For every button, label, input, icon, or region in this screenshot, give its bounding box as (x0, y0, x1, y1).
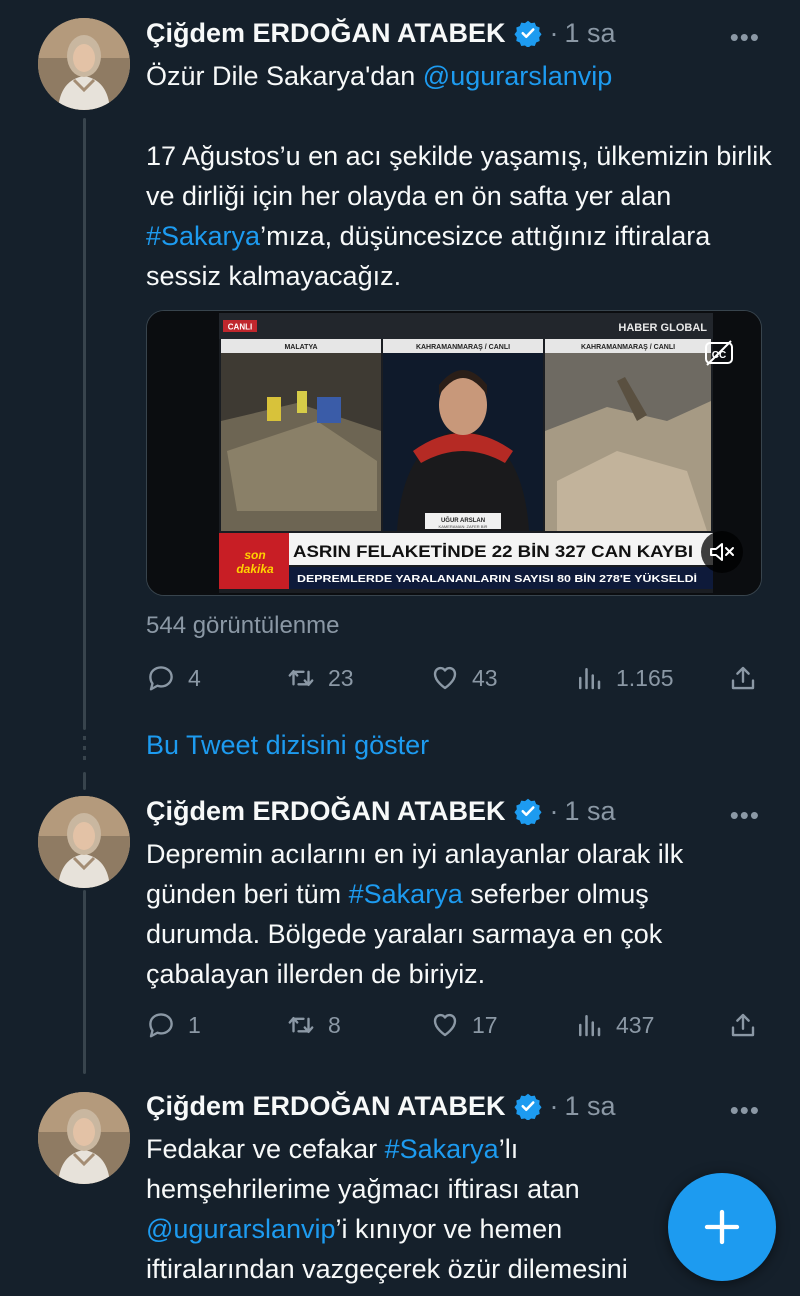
avatar[interactable] (38, 1092, 130, 1184)
reply-count: 4 (188, 664, 201, 691)
reply-icon (149, 1013, 173, 1038)
like-count: 43 (472, 664, 498, 691)
author-name[interactable]: Çiğdem ERDOĞAN ATABEK (146, 796, 506, 827)
panel-label: KAHRAMANMARAŞ / CANLI (416, 344, 510, 351)
tweet-header: Çiğdem ERDOĞAN ATABEK · 1 sa (146, 791, 616, 831)
retweet-icon (288, 1016, 314, 1034)
compose-tweet-button[interactable] (668, 1173, 776, 1281)
hashtag-link[interactable]: #Sakarya (349, 879, 463, 909)
verified-badge-icon (513, 798, 542, 825)
more-options-icon[interactable]: ••• (730, 22, 760, 53)
like-count: 17 (472, 1011, 498, 1038)
live-badge: CANLI (228, 323, 252, 332)
text-segment: Özür Dile Sakarya'dan (146, 61, 423, 91)
like-button[interactable]: 17 (430, 1010, 498, 1040)
timestamp[interactable]: 1 sa (565, 796, 616, 827)
heart-icon (433, 666, 457, 690)
channel-logo: HABER GLOBAL (618, 322, 707, 334)
separator-dot: · (549, 17, 559, 48)
heart-icon (433, 1013, 457, 1037)
text-segment: 17 Ağustos’u en acı şekilde yaşamış, ülk… (146, 141, 772, 211)
tweet-header: Çiğdem ERDOĞAN ATABEK · 1 sa (146, 13, 616, 53)
show-thread-link[interactable]: Bu Tweet dizisini göster (146, 730, 429, 761)
author-name[interactable]: Çiğdem ERDOĞAN ATABEK (146, 18, 506, 49)
author-name[interactable]: Çiğdem ERDOĞAN ATABEK (146, 1091, 506, 1122)
tweet-actions: 1 8 17 437 (146, 1005, 760, 1045)
verified-badge-icon (513, 1093, 542, 1120)
hashtag-link[interactable]: #Sakarya (146, 221, 260, 251)
ticker-subline: DEPREMLERDE YARALANANLARIN SAYISI 80 BİN… (297, 572, 697, 585)
tweet-text: Depremin acılarını en iyi anlayanlar ola… (146, 834, 746, 994)
tweet-text: Fedakar ve cefakar #Sakarya’lı hemşehril… (146, 1129, 706, 1289)
reply-button[interactable]: 1 (146, 1010, 201, 1040)
mute-button[interactable] (701, 531, 743, 573)
text-segment: Fedakar ve cefakar (146, 1134, 385, 1164)
ticker-headline: ASRIN FELAKETİNDE 22 BİN 327 CAN KAYBI (293, 542, 693, 561)
speaker-muted-icon (710, 543, 734, 561)
view-count: 544 görüntülenme (146, 612, 340, 639)
retweet-count: 8 (328, 1011, 341, 1038)
tweet-header: Çiğdem ERDOĞAN ATABEK · 1 sa (146, 1086, 616, 1126)
avatar[interactable] (38, 18, 130, 110)
reporter-caption: KAMERAMAN: ZAFER BİR (439, 524, 488, 529)
video-player[interactable]: CANLI HABER GLOBAL MALATYA KAHRAMANMARAŞ… (146, 310, 762, 596)
analytics-icon (579, 1015, 601, 1037)
analytics-count: 1.165 (616, 664, 674, 691)
avatar[interactable] (38, 796, 130, 888)
analytics-icon (579, 668, 601, 690)
timestamp[interactable]: 1 sa (565, 18, 616, 49)
hashtag-link[interactable]: #Sakarya (385, 1134, 499, 1164)
mention-link[interactable]: @ugurarslanvip (423, 61, 613, 91)
separator-dot: · (549, 1090, 559, 1121)
more-options-icon[interactable]: ••• (730, 1095, 760, 1126)
thread-gap-dots (83, 736, 86, 760)
ticker-tag-bottom: dakika (236, 562, 274, 576)
thread-line (83, 890, 86, 1074)
thread-line (83, 118, 86, 730)
share-icon (731, 1013, 755, 1037)
reply-icon (149, 666, 173, 691)
share-icon (731, 666, 755, 690)
share-button[interactable] (728, 1010, 758, 1040)
tweet-actions: 4 23 43 1.165 (146, 658, 760, 698)
panel-label: MALATYA (284, 344, 317, 351)
reporter-name: UĞUR ARSLAN (441, 516, 485, 524)
timestamp[interactable]: 1 sa (565, 1091, 616, 1122)
retweet-button[interactable]: 23 (286, 663, 354, 693)
like-button[interactable]: 43 (430, 663, 498, 693)
mention-link[interactable]: @ugurarslanvip (146, 1214, 336, 1244)
tweet-text: Özür Dile Sakarya'dan @ugurarslanvip 17 … (146, 56, 776, 296)
verified-badge-icon (513, 20, 542, 47)
reply-button[interactable]: 4 (146, 663, 201, 693)
panel-label: KAHRAMANMARAŞ / CANLI (581, 344, 675, 351)
reply-count: 1 (188, 1011, 201, 1038)
captions-icon[interactable]: CC (703, 339, 735, 367)
retweet-icon (288, 669, 314, 687)
analytics-button[interactable]: 437 (574, 1010, 654, 1040)
share-button[interactable] (728, 663, 758, 693)
more-options-icon[interactable]: ••• (730, 800, 760, 831)
analytics-button[interactable]: 1.165 (574, 663, 674, 693)
retweet-count: 23 (328, 664, 354, 691)
ticker-tag-top: son (244, 548, 265, 562)
analytics-count: 437 (616, 1011, 655, 1038)
thread-line (83, 772, 86, 790)
retweet-button[interactable]: 8 (286, 1010, 341, 1040)
separator-dot: · (549, 795, 559, 826)
video-frame: CANLI HABER GLOBAL MALATYA KAHRAMANMARAŞ… (147, 311, 761, 595)
plus-icon (704, 1209, 740, 1245)
